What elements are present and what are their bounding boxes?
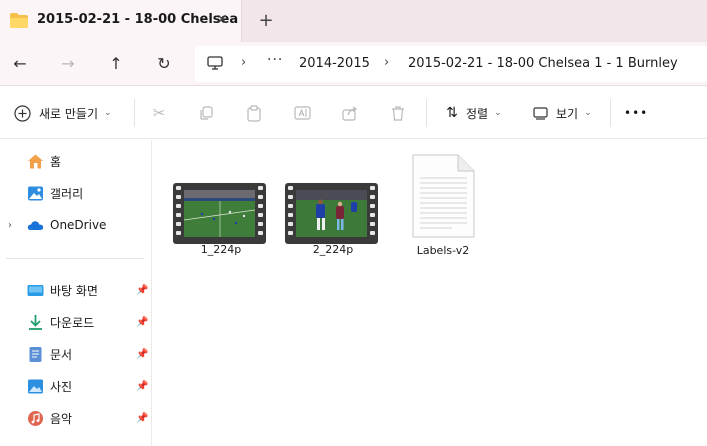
copy-icon	[200, 106, 213, 120]
sidebar-item-pictures[interactable]: 사진 📌	[0, 373, 152, 399]
tab-current-folder[interactable]: 2015-02-21 - 18-00 Chelsea ✕	[0, 0, 242, 42]
navigation-pane: 홈 갤러리 › OneDrive 바탕 화면 📌 다운로드 📌 문서 📌 사진 …	[0, 140, 152, 446]
cut-button[interactable]: ✂	[150, 101, 168, 125]
view-button-label: 보기	[556, 106, 579, 121]
football-pitch-image	[184, 190, 255, 237]
chevron-right-icon[interactable]: ›	[241, 55, 246, 70]
pin-icon[interactable]: 📌	[136, 285, 148, 296]
plus-circle-icon	[14, 104, 31, 122]
chevron-down-icon: ⌄	[584, 108, 592, 118]
file-item[interactable]: 1_224p	[153, 140, 266, 256]
desktop-icon	[27, 284, 44, 296]
sidebar-item-label: OneDrive	[50, 218, 107, 232]
this-pc-icon[interactable]	[207, 56, 223, 70]
navigation-bar: ← → ↑ ↻ › ··· 2014-2015 › 2015-02-21 - 1…	[0, 42, 707, 86]
refresh-button[interactable]: ↻	[152, 52, 176, 76]
new-button[interactable]: 새로 만들기 ⌄	[14, 101, 112, 125]
file-name: Labels-v2	[416, 244, 470, 257]
sidebar-item-home[interactable]: 홈	[0, 148, 152, 174]
gallery-icon	[28, 186, 43, 200]
more-options-button[interactable]: •••	[624, 101, 648, 125]
file-name: 2_224p	[312, 243, 354, 256]
close-tab-button[interactable]: ✕	[212, 10, 232, 30]
tab-bar: 2015-02-21 - 18-00 Chelsea ✕ +	[0, 0, 707, 42]
forward-button[interactable]: →	[56, 52, 80, 76]
chevron-right-icon[interactable]: ›	[8, 220, 12, 231]
sidebar-item-documents[interactable]: 문서 📌	[0, 341, 152, 367]
sidebar-item-desktop[interactable]: 바탕 화면 📌	[0, 277, 152, 303]
sort-button[interactable]: ⇅ 정렬 ⌄	[443, 101, 502, 125]
pin-icon[interactable]: 📌	[136, 381, 148, 392]
sort-button-label: 정렬	[466, 106, 489, 121]
clipboard-icon	[247, 104, 261, 122]
chevron-down-icon: ⌄	[104, 108, 112, 118]
sort-icon: ⇅	[446, 105, 458, 121]
pin-icon[interactable]: 📌	[136, 413, 148, 424]
delete-button[interactable]	[390, 101, 406, 125]
trash-icon	[392, 105, 404, 121]
chevron-down-icon: ⌄	[494, 108, 502, 118]
view-icon	[533, 106, 548, 120]
chevron-right-icon[interactable]: ›	[384, 55, 389, 70]
download-icon	[29, 314, 42, 330]
sidebar-item-downloads[interactable]: 다운로드 📌	[0, 309, 152, 335]
video-thumbnail	[285, 183, 378, 244]
document-icon	[29, 346, 42, 362]
cloud-icon	[27, 220, 44, 230]
music-icon	[28, 410, 43, 426]
sidebar-item-label: 홈	[50, 154, 62, 169]
copy-button[interactable]	[198, 101, 214, 125]
sidebar-item-label: 갤러리	[50, 186, 84, 201]
pin-icon[interactable]: 📌	[136, 317, 148, 328]
file-name: 1_224p	[200, 243, 242, 256]
tab-title: 2015-02-21 - 18-00 Chelsea	[37, 12, 239, 27]
share-button[interactable]	[342, 101, 359, 125]
football-players-image	[296, 190, 367, 237]
pin-icon[interactable]: 📌	[136, 349, 148, 360]
sidebar-item-label: 문서	[50, 347, 73, 362]
sidebar-item-label: 다운로드	[50, 315, 95, 330]
sidebar-item-label: 바탕 화면	[50, 283, 98, 298]
file-list: 1_224p 2_224p Labels-v2	[153, 140, 707, 446]
sidebar-item-label: 사진	[50, 379, 73, 394]
toolbar-divider	[134, 99, 135, 127]
toolbar-divider	[610, 99, 611, 127]
sidebar-item-label: 음악	[50, 411, 73, 426]
paste-button[interactable]	[246, 101, 262, 125]
scissors-icon: ✂	[152, 104, 166, 122]
breadcrumb-more-button[interactable]: ···	[267, 52, 283, 68]
sidebar-item-onedrive[interactable]: › OneDrive	[0, 212, 152, 238]
rename-icon	[294, 106, 311, 120]
back-button[interactable]: ←	[8, 52, 32, 76]
home-icon	[28, 154, 43, 168]
file-item[interactable]: 2_224p	[265, 140, 378, 256]
video-thumbnail	[173, 183, 266, 244]
share-icon	[342, 106, 358, 121]
file-item[interactable]: Labels-v2	[393, 140, 493, 257]
sidebar-item-gallery[interactable]: 갤러리	[0, 180, 152, 206]
breadcrumb-item[interactable]: 2015-02-21 - 18-00 Chelsea 1 - 1 Burnley	[408, 56, 678, 71]
breadcrumb-item[interactable]: 2014-2015	[299, 56, 370, 71]
text-file-icon	[412, 154, 475, 238]
view-button[interactable]: 보기 ⌄	[533, 101, 592, 125]
up-button[interactable]: ↑	[104, 52, 128, 76]
folder-icon	[10, 13, 28, 28]
rename-button[interactable]	[294, 101, 311, 125]
address-bar[interactable]: › ··· 2014-2015 › 2015-02-21 - 18-00 Che…	[195, 46, 707, 82]
new-tab-button[interactable]: +	[255, 10, 277, 32]
toolbar-divider	[426, 99, 427, 127]
sidebar-item-music[interactable]: 음악 📌	[0, 405, 152, 431]
pictures-icon	[28, 379, 43, 393]
command-bar: 새로 만들기 ⌄ ✂ ⇅ 정렬 ⌄ 보기 ⌄ •••	[0, 87, 707, 139]
new-button-label: 새로 만들기	[39, 106, 99, 121]
sidebar-divider	[6, 258, 144, 259]
